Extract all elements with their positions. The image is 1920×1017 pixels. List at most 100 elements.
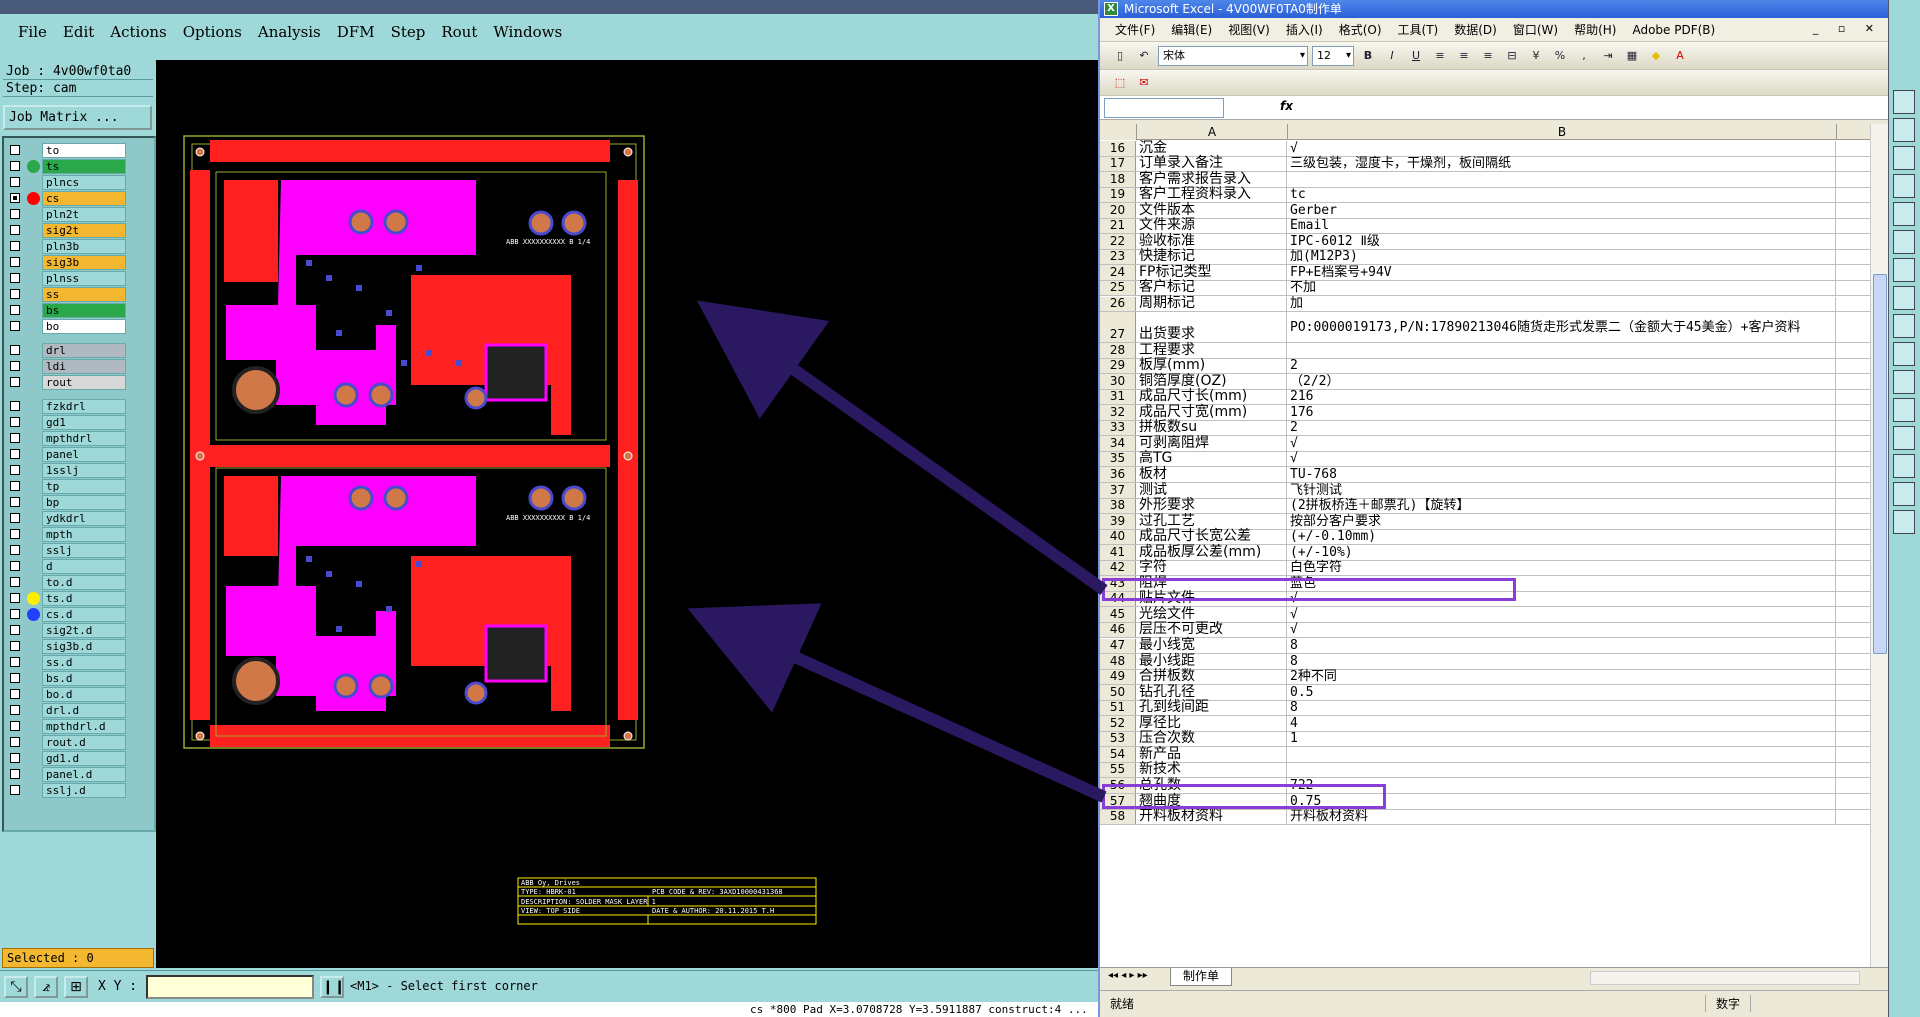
row-number[interactable]: 58	[1100, 809, 1136, 825]
cell-a[interactable]: 工程要求	[1137, 342, 1287, 358]
layer-checkbox[interactable]	[10, 289, 20, 299]
layer-name[interactable]: gd1.d	[42, 751, 126, 766]
excel-menu-3[interactable]: 插入(I)	[1279, 21, 1330, 38]
cell-b[interactable]: Gerber	[1288, 203, 1836, 218]
layer-row-1sslj[interactable]: 1sslj	[4, 462, 154, 478]
cell-b[interactable]: (+/-0.10mm)	[1288, 529, 1836, 545]
cell-b[interactable]: 8	[1288, 700, 1836, 716]
layer-row-sig2t-d[interactable]: sig2t.d	[4, 622, 154, 638]
cell-b[interactable]: √	[1288, 592, 1836, 607]
cell-a[interactable]: 光绘文件	[1137, 607, 1287, 622]
layer-row-mpth[interactable]: mpth	[4, 526, 154, 542]
side-tool-button[interactable]	[1893, 118, 1915, 142]
pdf-mail-icon[interactable]: ✉	[1134, 73, 1154, 93]
layer-name[interactable]: sig2t	[42, 223, 126, 238]
cell-b[interactable]: √	[1288, 623, 1836, 638]
cell-a[interactable]: 最小线宽	[1137, 638, 1287, 654]
row-number[interactable]: 20	[1100, 203, 1136, 218]
name-box[interactable]	[1104, 98, 1224, 118]
cell-b[interactable]	[1288, 172, 1836, 187]
layer-name[interactable]: ldi	[42, 359, 126, 374]
layer-name[interactable]: bo.d	[42, 687, 126, 702]
cell-a[interactable]: 成品板厚公差(mm)	[1137, 544, 1287, 560]
row-number[interactable]: 47	[1100, 638, 1136, 654]
cell-a[interactable]: 高TG	[1137, 451, 1287, 467]
layer-checkbox[interactable]	[10, 193, 20, 203]
row-number[interactable]: 35	[1100, 451, 1136, 467]
layer-name[interactable]: ss.d	[42, 655, 126, 670]
column-header-a[interactable]: A	[1137, 124, 1288, 140]
side-tool-button[interactable]	[1893, 202, 1915, 226]
cell-a[interactable]: 新产品	[1137, 747, 1287, 762]
layer-row-drl[interactable]: drl	[4, 342, 154, 358]
layer-row-ldi[interactable]: ldi	[4, 358, 154, 374]
pause-icon[interactable]: ❙❙	[320, 976, 345, 998]
layer-name[interactable]: fzkdrl	[42, 399, 126, 414]
layer-name[interactable]: sslj.d	[42, 783, 126, 798]
cell-b[interactable]: 加	[1288, 296, 1836, 312]
pdf-convert-icon[interactable]: ⬚	[1110, 73, 1130, 93]
layer-row-plnss[interactable]: plnss	[4, 270, 154, 286]
cell-b[interactable]: 0.75	[1288, 794, 1836, 809]
row-number[interactable]: 53	[1100, 731, 1136, 747]
layer-checkbox[interactable]	[10, 689, 20, 699]
italic-icon[interactable]: I	[1382, 46, 1402, 66]
sheet-tab-active[interactable]: 制作单	[1170, 968, 1233, 986]
layer-row-sslj[interactable]: sslj	[4, 542, 154, 558]
row-number[interactable]: 55	[1100, 762, 1136, 778]
layer-checkbox[interactable]	[10, 641, 20, 651]
layer-name[interactable]: sig3b.d	[42, 639, 126, 654]
layer-name[interactable]: drl.d	[42, 703, 126, 718]
layer-row-rout[interactable]: rout	[4, 374, 154, 390]
cell-b[interactable]: 不加	[1288, 281, 1836, 296]
row-number[interactable]: 36	[1100, 467, 1136, 482]
layer-name[interactable]: mpth	[42, 527, 126, 542]
row-number[interactable]: 57	[1100, 794, 1136, 809]
row-number[interactable]: 44	[1100, 591, 1136, 607]
cell-a[interactable]: FP标记类型	[1137, 265, 1287, 280]
cell-a[interactable]: 铜箔厚度(OZ)	[1137, 373, 1287, 389]
row-number[interactable]: 32	[1100, 405, 1136, 420]
row-number[interactable]: 49	[1100, 669, 1136, 685]
layer-checkbox[interactable]	[10, 673, 20, 683]
layer-checkbox[interactable]	[10, 449, 20, 459]
layer-row-panel[interactable]: panel	[4, 446, 154, 462]
layer-row-bs[interactable]: bs	[4, 302, 154, 318]
layer-name[interactable]: cs	[42, 191, 126, 206]
layer-checkbox[interactable]	[10, 481, 20, 491]
cell-b[interactable]: 176	[1288, 405, 1836, 420]
cell-a[interactable]: 成品尺寸长(mm)	[1137, 389, 1287, 405]
cell-a[interactable]: 字符	[1137, 560, 1287, 576]
cell-a[interactable]: 成品尺寸长宽公差	[1137, 529, 1287, 545]
side-tool-button[interactable]	[1893, 398, 1915, 422]
row-number[interactable]: 52	[1100, 716, 1136, 731]
row-number[interactable]: 34	[1100, 436, 1136, 451]
layer-name[interactable]: pln3b	[42, 239, 126, 254]
align-center-icon[interactable]: ≡	[1454, 46, 1474, 66]
menu-rout[interactable]: Rout	[435, 23, 483, 41]
cell-a[interactable]: 文件来源	[1137, 218, 1287, 234]
bold-icon[interactable]: B	[1358, 46, 1378, 66]
layer-name[interactable]: plncs	[42, 175, 126, 190]
layer-row-cs[interactable]: cs	[4, 190, 154, 206]
cell-b[interactable]: √	[1288, 607, 1836, 622]
cell-a[interactable]: 拼板数su	[1137, 420, 1287, 436]
cell-b[interactable]: 1	[1288, 732, 1836, 747]
layer-checkbox[interactable]	[10, 577, 20, 587]
layer-row-gd1-d[interactable]: gd1.d	[4, 750, 154, 766]
layer-checkbox[interactable]	[10, 513, 20, 523]
layer-row-ts[interactable]: ts	[4, 158, 154, 174]
cell-b[interactable]: 2	[1288, 358, 1836, 374]
row-number[interactable]: 19	[1100, 187, 1136, 203]
layer-checkbox[interactable]	[10, 593, 20, 603]
cell-b[interactable]: 8	[1288, 654, 1836, 669]
cell-b[interactable]: 2种不同	[1288, 669, 1836, 685]
layer-row-ss[interactable]: ss	[4, 286, 154, 302]
menu-file[interactable]: File	[12, 23, 53, 41]
cell-b[interactable]: 4	[1288, 716, 1836, 731]
side-tool-button[interactable]	[1893, 342, 1915, 366]
cell-b[interactable]: √	[1288, 452, 1836, 467]
layer-name[interactable]: panel	[42, 447, 126, 462]
layer-checkbox[interactable]	[10, 705, 20, 715]
side-tool-button[interactable]	[1893, 146, 1915, 170]
